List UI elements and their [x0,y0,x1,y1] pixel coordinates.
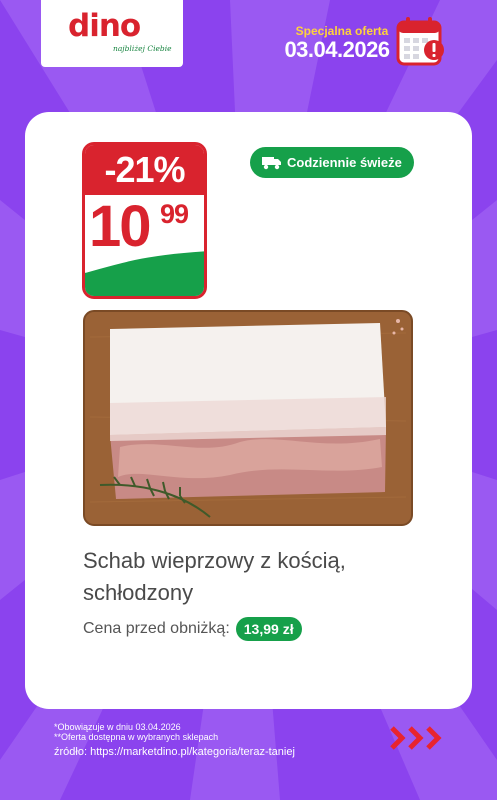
fresh-badge: Codziennie świeże [250,147,414,178]
dino-logo[interactable]: dino najbliżej Ciebie [41,0,183,67]
price-main: 10 [89,194,151,259]
product-card[interactable]: -21% 10 99 Codziennie świeże Schab wiepr… [25,112,472,709]
offer-label: Specjalna oferta [295,24,389,38]
price-tag-wave [85,250,204,296]
delivery-truck-icon [262,156,281,169]
price-cents: 99 [160,199,189,229]
offer-date: 03.04.2026 [284,37,390,62]
previous-price-badge: 13,99 zł [235,617,302,641]
price-tag: -21% 10 99 [82,142,207,299]
previous-price-label: Cena przed obniżką: [83,620,230,637]
fresh-label: Codziennie świeże [287,155,402,170]
logo-tagline: najbliżej Ciebie [113,44,172,53]
previous-price-row: Cena przed obniżką: 13,99 zł [83,617,302,641]
product-image [83,310,413,526]
source-link[interactable]: źródło: https://marketdino.pl/kategoria/… [54,746,295,758]
product-name: Schab wieprzowy z kością, schłodzony [83,548,346,605]
triple-chevron-right-icon[interactable] [388,723,446,753]
logo-text: dino [68,8,141,44]
footnote-availability: **Oferta dostępna w wybranych sklepach [54,732,219,742]
discount-label: -21% [85,145,204,195]
footnote-validity: *Obowiązuje w dniu 03.04.2026 [54,722,181,732]
calendar-alert-icon [396,17,444,66]
